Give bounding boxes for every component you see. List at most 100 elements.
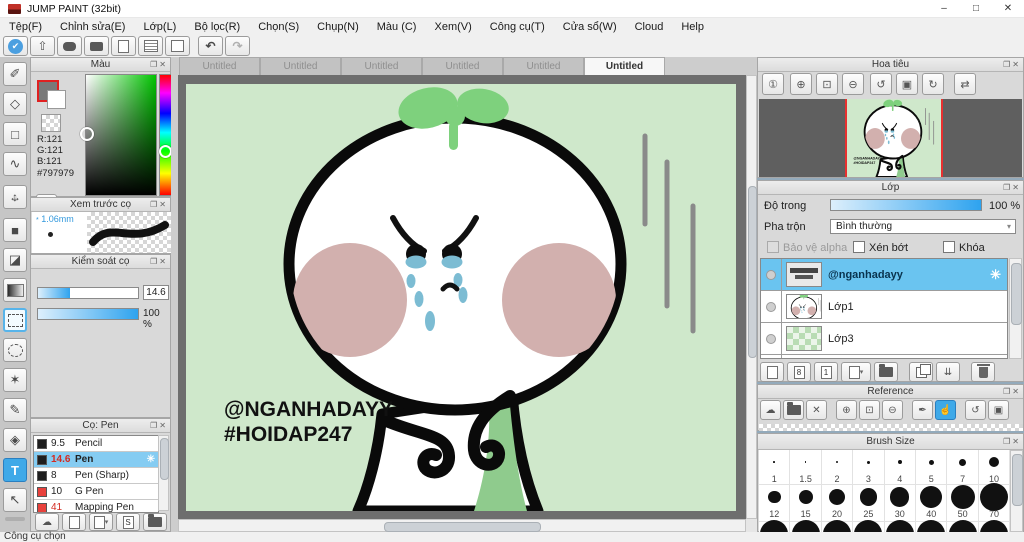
brush-size-cell-extra[interactable] [759,520,791,532]
menu-item-11[interactable]: Help [672,21,713,33]
popout-icon[interactable]: ❐ [1003,437,1012,446]
brush-row-0[interactable]: 9.5 Pencil [34,436,158,452]
close-icon[interactable]: ✕ [159,60,168,69]
select-eraser-tool[interactable]: ◈ [3,428,27,452]
brush-size-cell-extra[interactable] [885,520,916,532]
layer-row-2[interactable]: Lớp3 [761,323,1007,355]
magic-wand-tool[interactable]: ✶ [3,368,27,392]
eraser-tool[interactable]: ◇ [3,92,27,116]
add-layer-menu-button[interactable]: ▾ [841,362,871,382]
zoom-actual-button[interactable]: ① [762,73,784,95]
redo-button[interactable]: ↷ [225,36,250,56]
lock-checkbox[interactable]: Khóa [943,241,985,254]
menu-item-0[interactable]: Tệp(F) [0,21,51,33]
close-icon[interactable]: ✕ [1012,60,1021,69]
layer-row-1[interactable]: Lớp1 [761,291,1007,323]
ref-zoom-out-button[interactable]: ⊖ [882,400,903,420]
brush-size-cell-3[interactable]: 3 [853,450,885,485]
document-tab-4[interactable]: Untitled [503,57,584,75]
brush-size-cell-1.5[interactable]: 1.5 [790,450,822,485]
gradient-tool[interactable] [3,278,27,302]
brush-script-button[interactable]: S [116,513,140,531]
brush-cloud-button[interactable]: ☁ [35,513,59,531]
canvas-workspace[interactable]: @NGANHADAYY #HOIDAP247 [178,75,746,519]
layer-opacity-slider[interactable] [830,199,982,211]
popout-icon[interactable]: ❐ [1003,60,1012,69]
popout-icon[interactable]: ❐ [150,200,159,209]
brush-add-button[interactable] [62,513,86,531]
popout-icon[interactable]: ❐ [1003,183,1012,192]
layer-visibility-toggle[interactable] [761,355,782,358]
brush-size-scrollbar[interactable] [1010,450,1023,532]
ref-open-button[interactable] [783,400,804,420]
close-icon[interactable]: ✕ [1012,437,1021,446]
popout-icon[interactable]: ❐ [1003,387,1012,396]
close-icon[interactable]: ✕ [159,421,168,430]
ref-cloud-button[interactable]: ☁ [760,400,781,420]
brush-size-slider[interactable] [37,287,139,299]
navigator-thumbnail[interactable] [845,99,943,177]
brush-row-4[interactable]: 41 Mapping Pen [34,500,158,512]
close-icon[interactable]: ✕ [159,257,168,266]
canvas[interactable]: @NGANHADAYY #HOIDAP247 [186,84,736,511]
brush-opacity-slider[interactable] [37,308,139,320]
brush-size-cell-12[interactable]: 12 [759,485,791,522]
comment-bubble-button[interactable] [57,36,82,56]
select-lasso-tool[interactable] [3,338,27,362]
ref-hand-button[interactable]: ☝ [935,400,956,420]
brush-folder-button[interactable] [143,513,167,531]
close-icon[interactable]: ✕ [159,200,168,209]
popout-icon[interactable]: ❐ [150,257,159,266]
brush-size-cell-2[interactable]: 2 [821,450,854,485]
material-panel-button[interactable] [138,36,163,56]
close-icon[interactable]: ✕ [1012,183,1021,192]
brush-size-cell-extra[interactable] [916,520,948,532]
secondary-color-swatch[interactable] [47,90,66,109]
close-button[interactable]: ✕ [992,0,1024,17]
rotate-cw-button[interactable]: ↻ [922,73,944,95]
menu-item-7[interactable]: Xem(V) [425,21,480,33]
brush-size-cell-4[interactable]: 4 [884,450,916,485]
document-tab-5[interactable]: Untitled [584,57,665,75]
canvas-settings-button[interactable] [165,36,190,56]
select-rect-tool[interactable] [3,308,27,332]
document-tab-0[interactable]: Untitled [179,57,260,75]
reset-rotation-button[interactable]: ▣ [896,73,918,95]
add-8bit-layer-button[interactable]: 8 [787,362,811,382]
brush-size-cell-10[interactable]: 10 [978,450,1010,485]
menu-item-3[interactable]: Bộ lọc(R) [185,21,249,33]
brush-size-cell-50[interactable]: 50 [947,484,979,522]
share-upload-button[interactable]: ⇧ [30,36,55,56]
transparent-swatch[interactable] [41,114,61,132]
add-layer-folder-button[interactable] [874,362,898,382]
document-tab-3[interactable]: Untitled [422,57,503,75]
brush-size-value[interactable]: 14.6 [143,285,169,300]
add-1bit-layer-button[interactable]: 1 [814,362,838,382]
layer-row-0[interactable]: @nganhadayy ✳ [761,259,1007,291]
brush-size-cell-15[interactable]: 15 [790,485,822,522]
brush-row-3[interactable]: 10 G Pen [34,484,158,500]
ref-eyedropper-button[interactable]: ✒ [912,400,933,420]
brush-size-cell-25[interactable]: 25 [853,485,885,522]
brush-size-cell-70[interactable]: 70 [978,483,1010,522]
menu-item-6[interactable]: Màu (C) [368,21,426,33]
gear-icon[interactable]: ✳ [147,454,155,465]
cloud-sync-button[interactable]: ✔ [3,36,28,56]
minimize-button[interactable]: – [928,0,960,17]
popout-icon[interactable]: ❐ [150,421,159,430]
document-tab-2[interactable]: Untitled [341,57,422,75]
brush-size-cell-extra[interactable] [822,520,854,532]
canvas-vscrollbar[interactable] [746,75,757,519]
clip-checkbox[interactable]: Xén bớt [853,241,908,254]
curve-tool[interactable]: ∿ [3,152,27,176]
delete-layer-button[interactable] [971,362,995,382]
rotate-ccw-button[interactable]: ↺ [870,73,892,95]
select-pen-tool[interactable]: ✎ [3,398,27,422]
brush-row-1[interactable]: 14.6 Pen ✳ [34,452,158,468]
brush-list-scrollbar[interactable] [158,435,169,511]
menu-item-9[interactable]: Cửa sổ(W) [554,21,626,33]
comment-panel-button[interactable] [84,36,109,56]
menu-item-10[interactable]: Cloud [626,21,673,33]
saturation-value-picker[interactable] [80,74,157,196]
duplicate-layer-button[interactable] [909,362,933,382]
